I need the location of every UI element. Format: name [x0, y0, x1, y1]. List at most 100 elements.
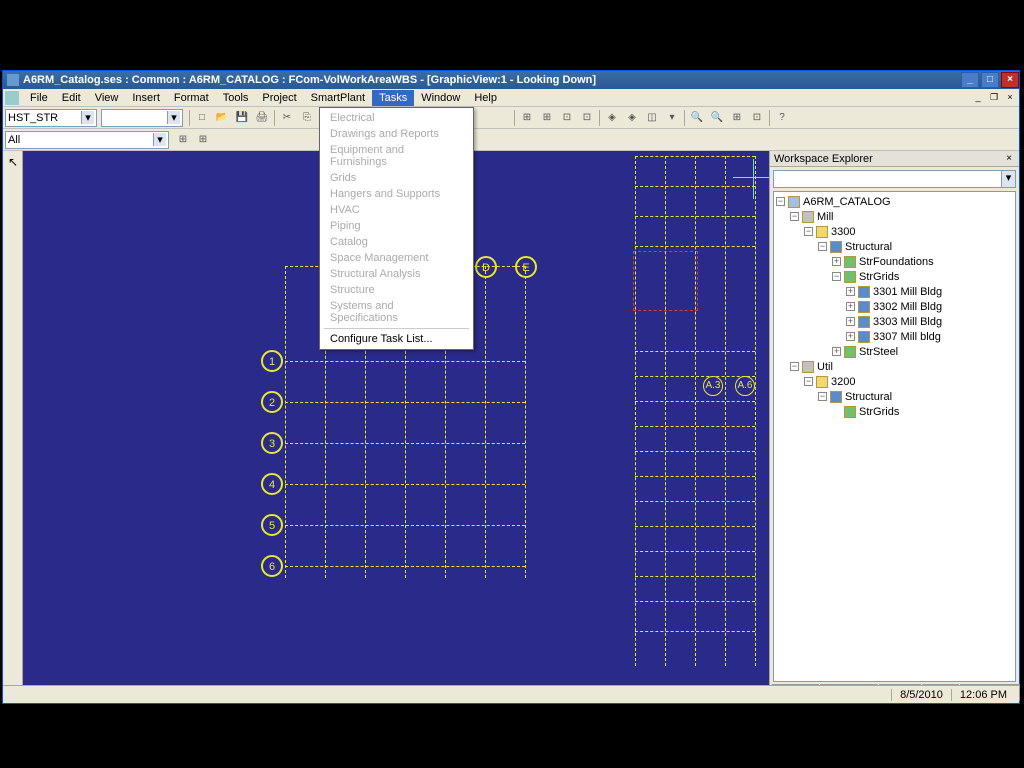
- tool-button[interactable]: ⊞: [538, 109, 556, 127]
- gridline: [725, 156, 726, 666]
- tree-row[interactable]: +StrSteel: [776, 344, 1013, 359]
- zoom-button[interactable]: ⊡: [748, 109, 766, 127]
- tree-row[interactable]: − Structural: [776, 239, 1013, 254]
- open-button[interactable]: 📂: [213, 109, 231, 127]
- gridline: [635, 551, 755, 552]
- menu-file[interactable]: File: [23, 90, 55, 106]
- app-window: A6RM_Catalog.ses : Common : A6RM_CATALOG…: [2, 70, 1020, 704]
- chevron-down-icon: ▾: [81, 111, 94, 124]
- collapse-icon[interactable]: −: [790, 212, 799, 221]
- zoom-button[interactable]: 🔍: [708, 109, 726, 127]
- expand-icon[interactable]: +: [832, 257, 841, 266]
- expand-icon[interactable]: +: [846, 302, 855, 311]
- gridline: [635, 601, 755, 602]
- collapse-icon[interactable]: −: [790, 362, 799, 371]
- tree-row[interactable]: −Structural: [776, 389, 1013, 404]
- print-button[interactable]: 🖨: [253, 109, 271, 127]
- copy-button[interactable]: ⎘: [298, 109, 316, 127]
- menu-smartplant[interactable]: SmartPlant: [304, 90, 372, 106]
- tool-button[interactable]: ⊡: [578, 109, 596, 127]
- tool-button[interactable]: ▾: [663, 109, 681, 127]
- second-combo[interactable]: ▾: [101, 109, 183, 127]
- menu-tasks[interactable]: Tasks: [372, 90, 414, 106]
- gridline: [635, 401, 755, 402]
- expand-icon[interactable]: +: [846, 287, 855, 296]
- layer-combo[interactable]: HST_STR ▾: [5, 109, 97, 127]
- node-label: 3300: [831, 226, 855, 238]
- configure-task-list[interactable]: Configure Task List...: [320, 331, 473, 347]
- tasks-item: Catalog: [320, 234, 473, 250]
- tree-row[interactable]: −Util: [776, 359, 1013, 374]
- menu-edit[interactable]: Edit: [55, 90, 88, 106]
- gridline: [635, 246, 755, 247]
- help-button[interactable]: ?: [773, 109, 791, 127]
- collapse-icon[interactable]: −: [776, 197, 785, 206]
- save-button[interactable]: 💾: [233, 109, 251, 127]
- menu-tools[interactable]: Tools: [216, 90, 256, 106]
- ws-combo[interactable]: ▾: [773, 170, 1016, 188]
- expand-icon[interactable]: +: [832, 347, 841, 356]
- expand-icon[interactable]: +: [846, 332, 855, 341]
- tree-row[interactable]: +3302 Mill Bldg: [776, 299, 1013, 314]
- filter-button[interactable]: ⊞: [194, 131, 212, 149]
- tool-button[interactable]: ⊡: [558, 109, 576, 127]
- node-icon: [858, 316, 870, 328]
- tree-row[interactable]: +3301 Mill Bldg: [776, 284, 1013, 299]
- filter-button[interactable]: ⊞: [174, 131, 192, 149]
- mdi-minimize[interactable]: _: [971, 92, 985, 104]
- expand-icon[interactable]: +: [846, 317, 855, 326]
- collapse-icon[interactable]: −: [804, 227, 813, 236]
- gridline: [635, 216, 755, 217]
- tree-row[interactable]: StrGrids: [776, 404, 1013, 419]
- tree-row[interactable]: + StrFoundations: [776, 254, 1013, 269]
- maximize-button[interactable]: □: [981, 72, 999, 88]
- status-date: 8/5/2010: [891, 689, 951, 701]
- cut-button[interactable]: ✂: [278, 109, 296, 127]
- gridline: [635, 156, 636, 666]
- tool-button[interactable]: ◫: [643, 109, 661, 127]
- small-marker: A.3: [703, 376, 723, 396]
- collapse-icon[interactable]: −: [832, 272, 841, 281]
- tool-button[interactable]: ⊞: [518, 109, 536, 127]
- tree-row[interactable]: +3303 Mill Bldg: [776, 314, 1013, 329]
- ws-title: Workspace Explorer: [774, 153, 873, 165]
- close-button[interactable]: ×: [1001, 72, 1019, 88]
- small-marker: A.6: [735, 376, 755, 396]
- new-button[interactable]: □: [193, 109, 211, 127]
- app-menu-icon[interactable]: [5, 91, 19, 105]
- collapse-icon[interactable]: −: [804, 377, 813, 386]
- menu-help[interactable]: Help: [467, 90, 504, 106]
- mdi-close[interactable]: ×: [1003, 92, 1017, 104]
- minimize-button[interactable]: _: [961, 72, 979, 88]
- tree-row[interactable]: −A6RM_CATALOG: [776, 194, 1013, 209]
- tree-row[interactable]: −3200: [776, 374, 1013, 389]
- gridline: [485, 266, 486, 578]
- gridline: [635, 501, 755, 502]
- gridline: [525, 266, 526, 578]
- menu-window[interactable]: Window: [414, 90, 467, 106]
- tool-button[interactable]: ◈: [603, 109, 621, 127]
- collapse-icon[interactable]: −: [818, 242, 827, 251]
- menu-project[interactable]: Project: [255, 90, 303, 106]
- node-label: Structural: [845, 241, 892, 253]
- tree-row[interactable]: +3307 Mill bldg: [776, 329, 1013, 344]
- menu-insert[interactable]: Insert: [125, 90, 167, 106]
- tree-row[interactable]: −StrGrids: [776, 269, 1013, 284]
- gridline: [635, 186, 755, 187]
- mdi-restore[interactable]: ❐: [987, 92, 1001, 104]
- tool-button[interactable]: ◈: [623, 109, 641, 127]
- filter-combo[interactable]: All ▾: [5, 131, 169, 149]
- tree-row[interactable]: − 3300: [776, 224, 1013, 239]
- tree-row[interactable]: −Mill: [776, 209, 1013, 224]
- close-icon[interactable]: ×: [1003, 153, 1015, 165]
- zoom-button[interactable]: 🔍: [688, 109, 706, 127]
- pointer-tool[interactable]: ↖: [5, 155, 21, 171]
- zoom-button[interactable]: ⊞: [728, 109, 746, 127]
- node-label: StrFoundations: [859, 256, 934, 268]
- col-marker: E: [515, 256, 537, 278]
- collapse-icon[interactable]: −: [818, 392, 827, 401]
- ws-tree[interactable]: −A6RM_CATALOG−Mill−3300−Structural+StrFo…: [773, 191, 1016, 682]
- node-icon: [830, 241, 842, 253]
- menu-format[interactable]: Format: [167, 90, 216, 106]
- menu-view[interactable]: View: [88, 90, 126, 106]
